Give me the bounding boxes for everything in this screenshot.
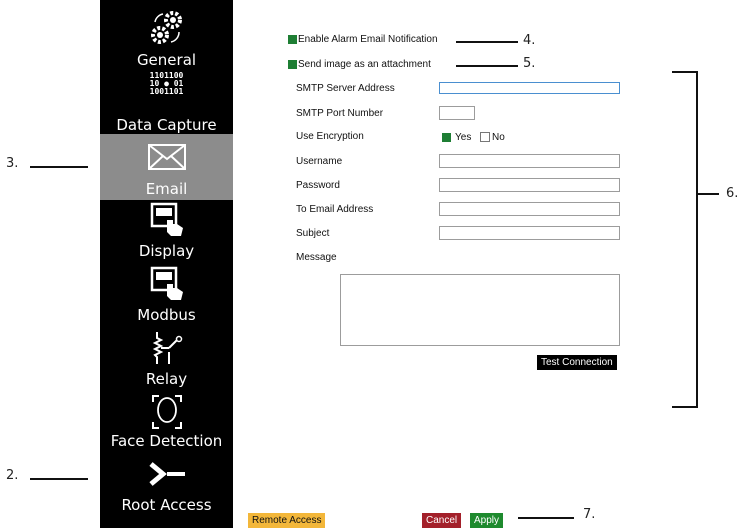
callout-2: 2. bbox=[6, 468, 19, 483]
sidebar-item-display[interactable]: Display bbox=[100, 202, 233, 262]
settings-sidebar: General 1101100 10 ● 01 1001101 Data Cap… bbox=[100, 0, 233, 528]
send-image-checkbox[interactable] bbox=[288, 60, 297, 69]
callout-7-line bbox=[518, 517, 574, 519]
callout-2-line bbox=[30, 478, 88, 480]
sidebar-item-label: General bbox=[136, 51, 197, 69]
callout-6-bracket bbox=[672, 71, 698, 408]
callout-4-line bbox=[456, 41, 518, 43]
sidebar-item-relay[interactable]: Relay bbox=[100, 330, 233, 390]
to-email-input[interactable] bbox=[439, 202, 620, 216]
callout-7: 7. bbox=[583, 507, 596, 522]
smtp-server-input[interactable] bbox=[439, 82, 620, 94]
smtp-port-input[interactable] bbox=[439, 106, 475, 120]
callout-4: 4. bbox=[523, 33, 536, 48]
sidebar-item-label: Data Capture bbox=[116, 116, 217, 134]
encryption-label: Use Encryption bbox=[296, 131, 364, 142]
password-label: Password bbox=[296, 180, 340, 191]
test-connection-button[interactable]: Test Connection bbox=[537, 355, 617, 370]
gears-icon bbox=[150, 11, 182, 44]
encryption-no-checkbox[interactable] bbox=[480, 132, 490, 142]
callout-5: 5. bbox=[523, 56, 536, 71]
binary-person-icon: 1101100 10 ● 01 1001101 bbox=[149, 71, 184, 96]
envelope-icon bbox=[147, 144, 186, 170]
sidebar-item-root-access[interactable]: Root Access bbox=[100, 456, 233, 520]
smtp-port-label: SMTP Port Number bbox=[296, 108, 384, 119]
touch-screen-icon bbox=[150, 266, 183, 300]
remote-access-button[interactable]: Remote Access bbox=[248, 513, 326, 528]
sidebar-item-email[interactable]: Email bbox=[100, 134, 233, 200]
sidebar-item-label: Display bbox=[138, 242, 195, 260]
sidebar-item-label: Email bbox=[145, 180, 188, 198]
callout-3-line bbox=[30, 166, 88, 168]
to-email-label: To Email Address bbox=[296, 204, 374, 215]
message-label: Message bbox=[296, 252, 337, 263]
cancel-button[interactable]: Cancel bbox=[422, 513, 462, 528]
send-image-label: Send image as an attachment bbox=[298, 59, 431, 70]
callout-6-line bbox=[697, 193, 719, 195]
sidebar-item-data-capture[interactable]: 1101100 10 ● 01 1001101 Data Capture bbox=[100, 71, 233, 135]
encryption-yes-label: Yes bbox=[455, 132, 472, 143]
smtp-server-label: SMTP Server Address bbox=[296, 83, 395, 94]
sidebar-item-label: Relay bbox=[145, 370, 188, 388]
sidebar-item-modbus[interactable]: Modbus bbox=[100, 266, 233, 326]
enable-alarm-label: Enable Alarm Email Notification bbox=[298, 34, 438, 45]
sidebar-item-general[interactable]: General bbox=[100, 8, 233, 69]
sidebar-item-label: Root Access bbox=[121, 496, 212, 514]
username-input[interactable] bbox=[439, 154, 620, 168]
message-textarea[interactable] bbox=[340, 274, 620, 346]
face-frame-icon bbox=[151, 395, 182, 429]
terminal-prompt-icon bbox=[148, 462, 185, 486]
encryption-no-label: No bbox=[492, 132, 505, 143]
subject-input[interactable] bbox=[439, 226, 620, 240]
sidebar-item-face-detection[interactable]: Face Detection bbox=[100, 392, 233, 452]
callout-3: 3. bbox=[6, 156, 19, 171]
sidebar-item-label: Face Detection bbox=[110, 432, 223, 450]
touch-screen-icon bbox=[150, 202, 183, 236]
password-input[interactable] bbox=[439, 178, 620, 192]
apply-button[interactable]: Apply bbox=[470, 513, 504, 528]
enable-alarm-checkbox[interactable] bbox=[288, 35, 297, 44]
encryption-yes-checkbox[interactable] bbox=[442, 133, 451, 142]
username-label: Username bbox=[296, 156, 343, 167]
subject-label: Subject bbox=[296, 228, 330, 239]
callout-6: 6. bbox=[726, 186, 739, 201]
callout-5-line bbox=[456, 65, 518, 67]
sidebar-item-label: Modbus bbox=[137, 306, 196, 324]
relay-switch-icon bbox=[152, 332, 182, 364]
